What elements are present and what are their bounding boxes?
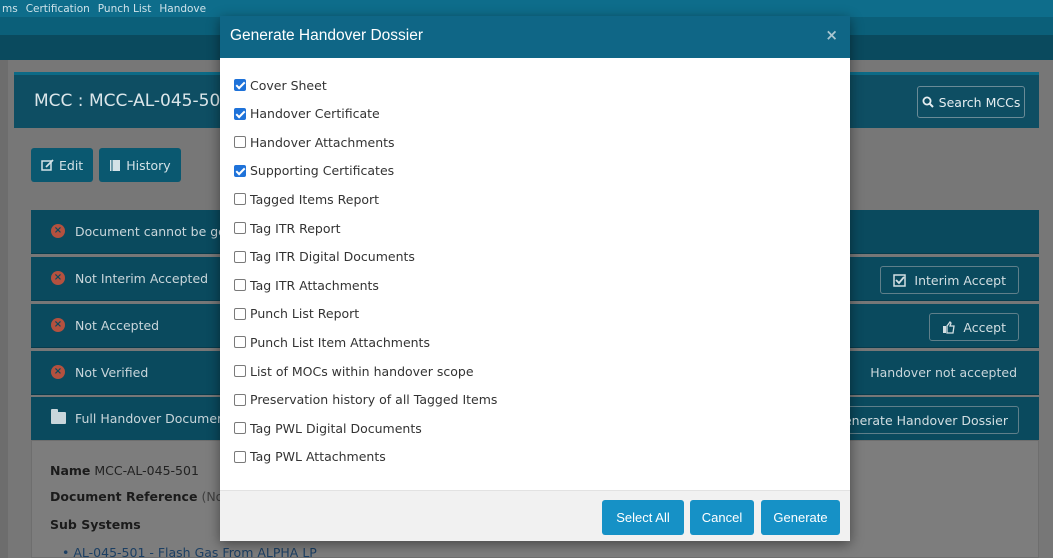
option-label: Preservation history of all Tagged Items xyxy=(250,392,498,408)
option-label: Tag ITR Digital Documents xyxy=(250,249,415,265)
option-cover-sheet[interactable]: Cover Sheet xyxy=(234,76,327,94)
status-label: Full Handover Documer xyxy=(75,411,223,426)
name-value: MCC-AL-045-501 xyxy=(94,463,199,478)
edit-icon xyxy=(41,158,54,171)
top-nav-items: ms Certification Punch List Handove xyxy=(0,0,206,17)
option-label: List of MOCs within handover scope xyxy=(250,363,474,379)
checkbox[interactable] xyxy=(234,107,246,120)
option-label: Tag PWL Digital Documents xyxy=(250,420,422,436)
option-tagged-items-report[interactable]: Tagged Items Report xyxy=(234,190,379,208)
x-circle-icon: × xyxy=(51,271,65,285)
x-circle-icon: × xyxy=(51,318,65,332)
option-punch-list-item-attachments[interactable]: Punch List Item Attachments xyxy=(234,333,430,351)
modal-footer: Select All Cancel Generate xyxy=(220,490,850,541)
option-label: Supporting Certificates xyxy=(250,163,395,179)
status-label: Not Interim Accepted xyxy=(75,271,209,286)
folder-icon xyxy=(51,409,66,424)
book-icon xyxy=(110,159,121,171)
x-circle-icon: × xyxy=(51,224,65,238)
nav-item-handover[interactable]: Handove xyxy=(159,3,206,15)
option-label: Punch List Item Attachments xyxy=(250,334,430,350)
option-label: Tag ITR Attachments xyxy=(250,277,379,293)
status-label: Document cannot be ge xyxy=(75,224,226,239)
bullet: • xyxy=(62,545,70,558)
option-handover-attachments[interactable]: Handover Attachments xyxy=(234,133,395,151)
option-supporting-certificates[interactable]: Supporting Certificates xyxy=(234,162,394,180)
checkbox[interactable] xyxy=(234,307,246,320)
sub-system-text: AL-045-501 - Flash Gas From ALPHA LP xyxy=(73,545,317,558)
edit-label: Edit xyxy=(59,157,84,173)
status-label: Not Verified xyxy=(75,365,149,380)
thumbs-up-icon xyxy=(943,320,956,334)
checkbox[interactable] xyxy=(234,250,246,263)
option-tag-pwl-digital-documents[interactable]: Tag PWL Digital Documents xyxy=(234,419,422,437)
sub-system-link[interactable]: • AL-045-501 - Flash Gas From ALPHA LP xyxy=(62,545,317,558)
checkbox[interactable] xyxy=(234,450,246,463)
option-label: Punch List Report xyxy=(250,306,360,322)
name-label: Name xyxy=(50,463,91,478)
search-mccs-button[interactable]: Search MCCs xyxy=(917,86,1025,118)
option-label: Tag ITR Report xyxy=(250,220,341,236)
checkbox[interactable] xyxy=(234,79,246,91)
sub-systems-line: Sub Systems xyxy=(50,517,141,532)
option-tag-pwl-attachments[interactable]: Tag PWL Attachments xyxy=(234,448,386,466)
checkbox[interactable] xyxy=(234,193,246,206)
option-label: Handover Certificate xyxy=(250,106,380,122)
checkbox[interactable] xyxy=(234,279,246,292)
modal-body: Cover Sheet Handover Certificate Handover … xyxy=(220,58,850,490)
doc-ref-label: Document Reference xyxy=(50,489,198,504)
generate-dossier-label: enerate Handover Dossier xyxy=(843,412,1008,428)
nav-item[interactable]: ms xyxy=(2,3,18,15)
option-tag-itr-report[interactable]: Tag ITR Report xyxy=(234,219,341,237)
status-label: Not Accepted xyxy=(75,318,160,333)
generate-handover-dossier-modal: Generate Handover Dossier × Cover Sheet H… xyxy=(220,16,850,541)
search-mccs-label: Search MCCs xyxy=(938,94,1021,110)
option-preservation-history-of-all-tagged-items[interactable]: Preservation history of all Tagged Items xyxy=(234,391,497,409)
nav-item-certification[interactable]: Certification xyxy=(26,3,90,15)
cancel-button[interactable]: Cancel xyxy=(690,500,754,535)
sub-systems-label: Sub Systems xyxy=(50,517,141,532)
option-label: Cover Sheet xyxy=(250,77,327,93)
check-square-icon xyxy=(893,273,907,287)
option-label: Handover Attachments xyxy=(250,134,395,150)
option-list-of-mocs-within-handover-scope[interactable]: List of MOCs within handover scope xyxy=(234,362,474,380)
option-label: Tagged Items Report xyxy=(250,191,380,207)
option-punch-list-report[interactable]: Punch List Report xyxy=(234,305,359,323)
action-buttons: Edit History xyxy=(31,148,181,182)
edit-button[interactable]: Edit xyxy=(31,148,94,182)
doc-ref-line: Document Reference (None) xyxy=(50,489,244,504)
search-icon xyxy=(922,96,934,108)
left-edge xyxy=(0,60,8,558)
checkbox[interactable] xyxy=(234,336,246,349)
option-tag-itr-attachments[interactable]: Tag ITR Attachments xyxy=(234,276,379,294)
checkbox[interactable] xyxy=(234,164,246,177)
checkbox[interactable] xyxy=(234,422,246,435)
generate-handover-dossier-button[interactable]: enerate Handover Dossier xyxy=(840,406,1019,434)
accept-label: Accept xyxy=(963,319,1006,335)
accept-button[interactable]: Accept xyxy=(929,313,1019,341)
checkbox[interactable] xyxy=(234,136,246,149)
close-icon[interactable]: × xyxy=(825,26,838,44)
history-button[interactable]: History xyxy=(99,148,181,182)
nav-item-punch-list[interactable]: Punch List xyxy=(98,3,152,15)
option-tag-itr-digital-documents[interactable]: Tag ITR Digital Documents xyxy=(234,248,415,266)
checkbox[interactable] xyxy=(234,222,246,234)
x-circle-icon: × xyxy=(51,365,65,379)
interim-accept-button[interactable]: Interim Accept xyxy=(880,266,1019,294)
history-label: History xyxy=(126,157,171,173)
option-handover-certificate[interactable]: Handover Certificate xyxy=(234,105,380,123)
checkbox[interactable] xyxy=(234,393,246,406)
generate-button[interactable]: Generate xyxy=(761,500,840,535)
name-line: Name MCC-AL-045-501 xyxy=(50,463,199,478)
handover-status-text: Handover not accepted xyxy=(870,365,1017,380)
page-title: MCC : MCC-AL-045-501 xyxy=(34,91,232,111)
interim-accept-label: Interim Accept xyxy=(914,272,1006,288)
select-all-button[interactable]: Select All xyxy=(602,500,684,535)
option-label: Tag PWL Attachments xyxy=(250,449,386,465)
checkbox[interactable] xyxy=(234,365,246,377)
modal-header: Generate Handover Dossier × xyxy=(220,16,850,58)
modal-title: Generate Handover Dossier xyxy=(230,27,423,44)
